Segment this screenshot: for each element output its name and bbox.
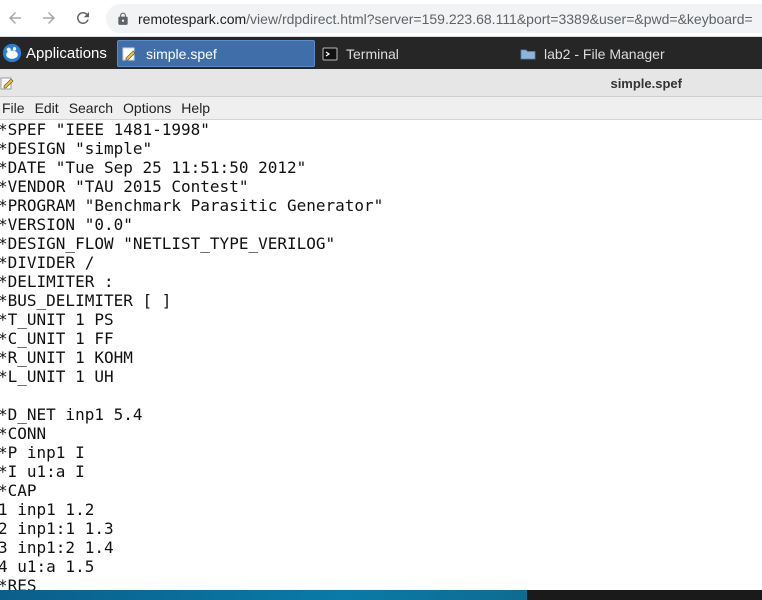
applications-menu-button[interactable]: Applications — [0, 37, 117, 69]
editor-line: *DESIGN "simple" — [0, 139, 153, 158]
forward-button[interactable] — [38, 7, 60, 29]
applications-label: Applications — [26, 44, 107, 62]
editor-line: *C_UNIT 1 FF — [0, 329, 114, 348]
taskbar-item-file-manager[interactable]: lab2 - File Manager — [516, 40, 714, 67]
editor-line: *CONN — [0, 424, 47, 443]
terminal-icon — [322, 46, 338, 62]
menu-edit[interactable]: Edit — [31, 100, 63, 116]
system-tray — [527, 590, 762, 600]
editor-line: *VENDOR "TAU 2015 Contest" — [0, 177, 249, 196]
taskbar-item-label: lab2 - File Manager — [544, 45, 665, 62]
url-host: remotespark.com — [138, 10, 247, 27]
address-bar[interactable]: remotespark.com/view/rdpdirect.html?serv… — [106, 4, 762, 33]
editor-line: *VERSION "0.0" — [0, 215, 133, 234]
top-panel: Applications simple.spef Terminal lab2 -… — [0, 37, 762, 69]
editor-line: *CAP — [0, 481, 37, 500]
editor-line: *P inp1 I — [0, 443, 85, 462]
editor-line: 4 u1:a 1.5 — [0, 557, 95, 576]
editor-line: *DESIGN_FLOW "NETLIST_TYPE_VERILOG" — [0, 234, 336, 253]
editor-line: *L_UNIT 1 UH — [0, 367, 114, 386]
xfce-mouse-icon — [2, 43, 22, 63]
editor-line: *PROGRAM "Benchmark Parasitic Generator" — [0, 196, 384, 215]
window-titlebar[interactable]: simple.spef — [0, 69, 762, 97]
menu-options[interactable]: Options — [119, 100, 175, 116]
editor-line: *R_UNIT 1 KOHM — [0, 348, 133, 367]
editor-line: 1 inp1 1.2 — [0, 500, 95, 519]
taskbar-item-simple-spef[interactable]: simple.spef — [117, 40, 315, 67]
editor-line: *BUS_DELIMITER [ ] — [0, 291, 172, 310]
text-editor-area[interactable]: *SPEF "IEEE 1481-1998" *DESIGN "simple" … — [0, 120, 762, 590]
editor-line: *DELIMITER : — [0, 272, 114, 291]
menu-help[interactable]: Help — [177, 100, 214, 116]
desktop-taskbar-strip — [0, 590, 762, 600]
lock-icon — [118, 12, 128, 25]
menu-file[interactable]: File — [0, 100, 29, 116]
editor-line: *I u1:a I — [0, 462, 85, 481]
editor-line: *DATE "Tue Sep 25 11:51:50 2012" — [0, 158, 307, 177]
folder-icon — [520, 46, 536, 62]
taskbar-item-terminal[interactable]: Terminal — [318, 40, 512, 67]
reload-button[interactable] — [72, 7, 94, 29]
editor-line: 2 inp1:1 1.3 — [0, 519, 114, 538]
editor-line: *SPEF "IEEE 1481-1998" — [0, 120, 210, 139]
url-path: /view/rdpdirect.html?server=159.223.68.1… — [246, 10, 753, 27]
window-title: simple.spef — [610, 76, 682, 91]
url-text: remotespark.com/view/rdpdirect.html?serv… — [138, 11, 753, 27]
reload-icon — [77, 11, 89, 24]
editor-line: *T_UNIT 1 PS — [0, 310, 114, 329]
arrow-right-icon — [43, 12, 55, 24]
editor-line: 3 inp1:2 1.4 — [0, 538, 114, 557]
browser-toolbar: remotespark.com/view/rdpdirect.html?serv… — [0, 0, 762, 37]
editor-line: *D_NET inp1 5.4 — [0, 405, 143, 424]
taskbar-item-label: Terminal — [346, 45, 399, 62]
arrow-left-icon — [9, 12, 21, 24]
text-editor-icon — [122, 46, 138, 62]
editor-line: *RES — [0, 576, 37, 590]
text-editor-icon — [0, 77, 14, 90]
back-button[interactable] — [4, 7, 26, 29]
editor-line: *DIVIDER / — [0, 253, 95, 272]
menu-search[interactable]: Search — [65, 100, 117, 116]
taskbar-item-label: simple.spef — [146, 45, 217, 62]
menubar: File Edit Search Options Help — [0, 97, 762, 120]
